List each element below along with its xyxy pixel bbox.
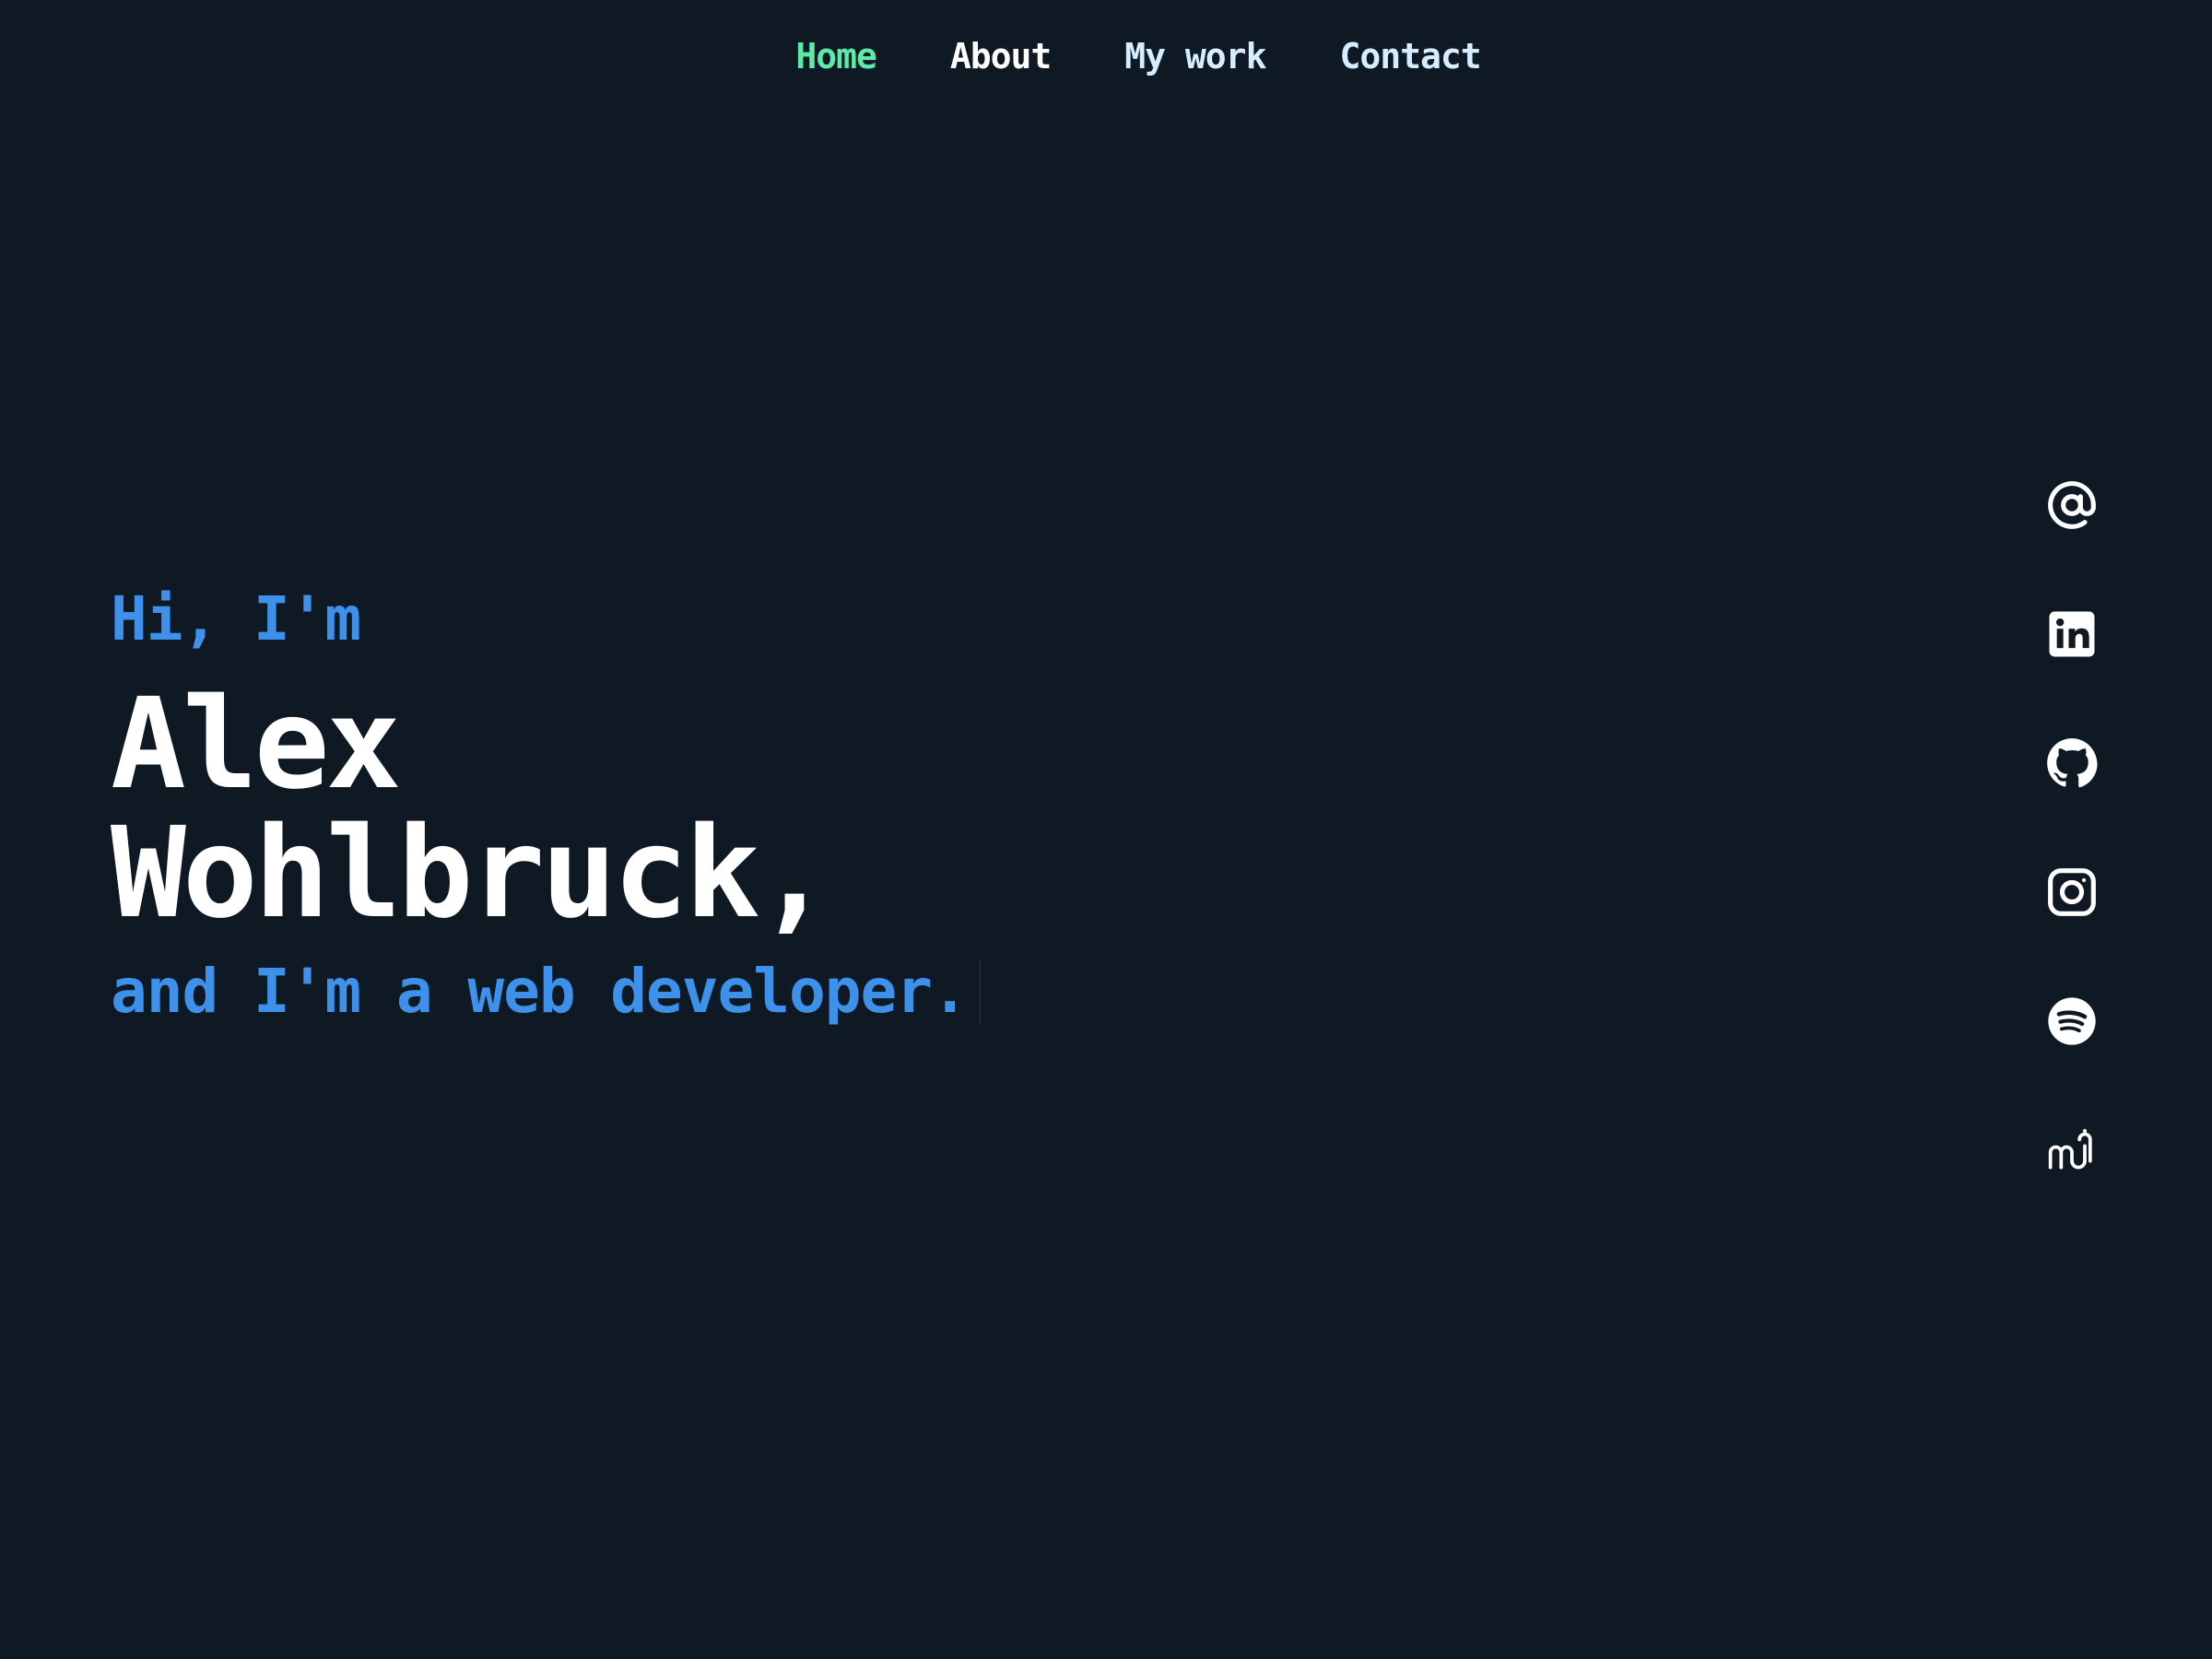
linkedin-link[interactable] — [2046, 608, 2098, 660]
at-sign-icon — [2048, 481, 2096, 529]
typing-cursor — [978, 959, 981, 1024]
nav-my-work-link[interactable]: My work — [1124, 33, 1266, 79]
spotify-link[interactable] — [2046, 995, 2098, 1047]
memo-logo-icon — [2048, 1128, 2092, 1170]
social-links — [2046, 479, 2098, 1176]
nav-contact-link[interactable]: Contact — [1339, 33, 1481, 79]
github-link[interactable] — [2046, 737, 2098, 789]
nav-about-link[interactable]: About — [950, 33, 1052, 79]
instagram-icon — [2048, 868, 2096, 916]
hero-section: Hi, I'm Alex Wohlbruck, and I'm a web de… — [111, 582, 981, 1029]
hero-greeting: Hi, I'm — [111, 583, 361, 654]
hero-tagline: and I'm a web developer. — [111, 956, 969, 1027]
hero-name-last: Wohlbruck, — [111, 801, 832, 947]
github-icon — [2047, 738, 2098, 788]
instagram-link[interactable] — [2046, 866, 2098, 918]
email-link[interactable] — [2046, 479, 2098, 531]
hero-name-first: Alex — [111, 672, 402, 818]
hero-tagline-row: and I'm a web developer. — [111, 955, 981, 1029]
memo-link[interactable] — [2046, 1124, 2098, 1176]
nav-home-link[interactable]: Home — [795, 33, 877, 79]
main-nav: Home About My work Contact — [0, 33, 2212, 79]
linkedin-icon — [2049, 611, 2095, 657]
spotify-icon — [2048, 997, 2096, 1045]
hero-name: Alex Wohlbruck, — [111, 680, 981, 938]
